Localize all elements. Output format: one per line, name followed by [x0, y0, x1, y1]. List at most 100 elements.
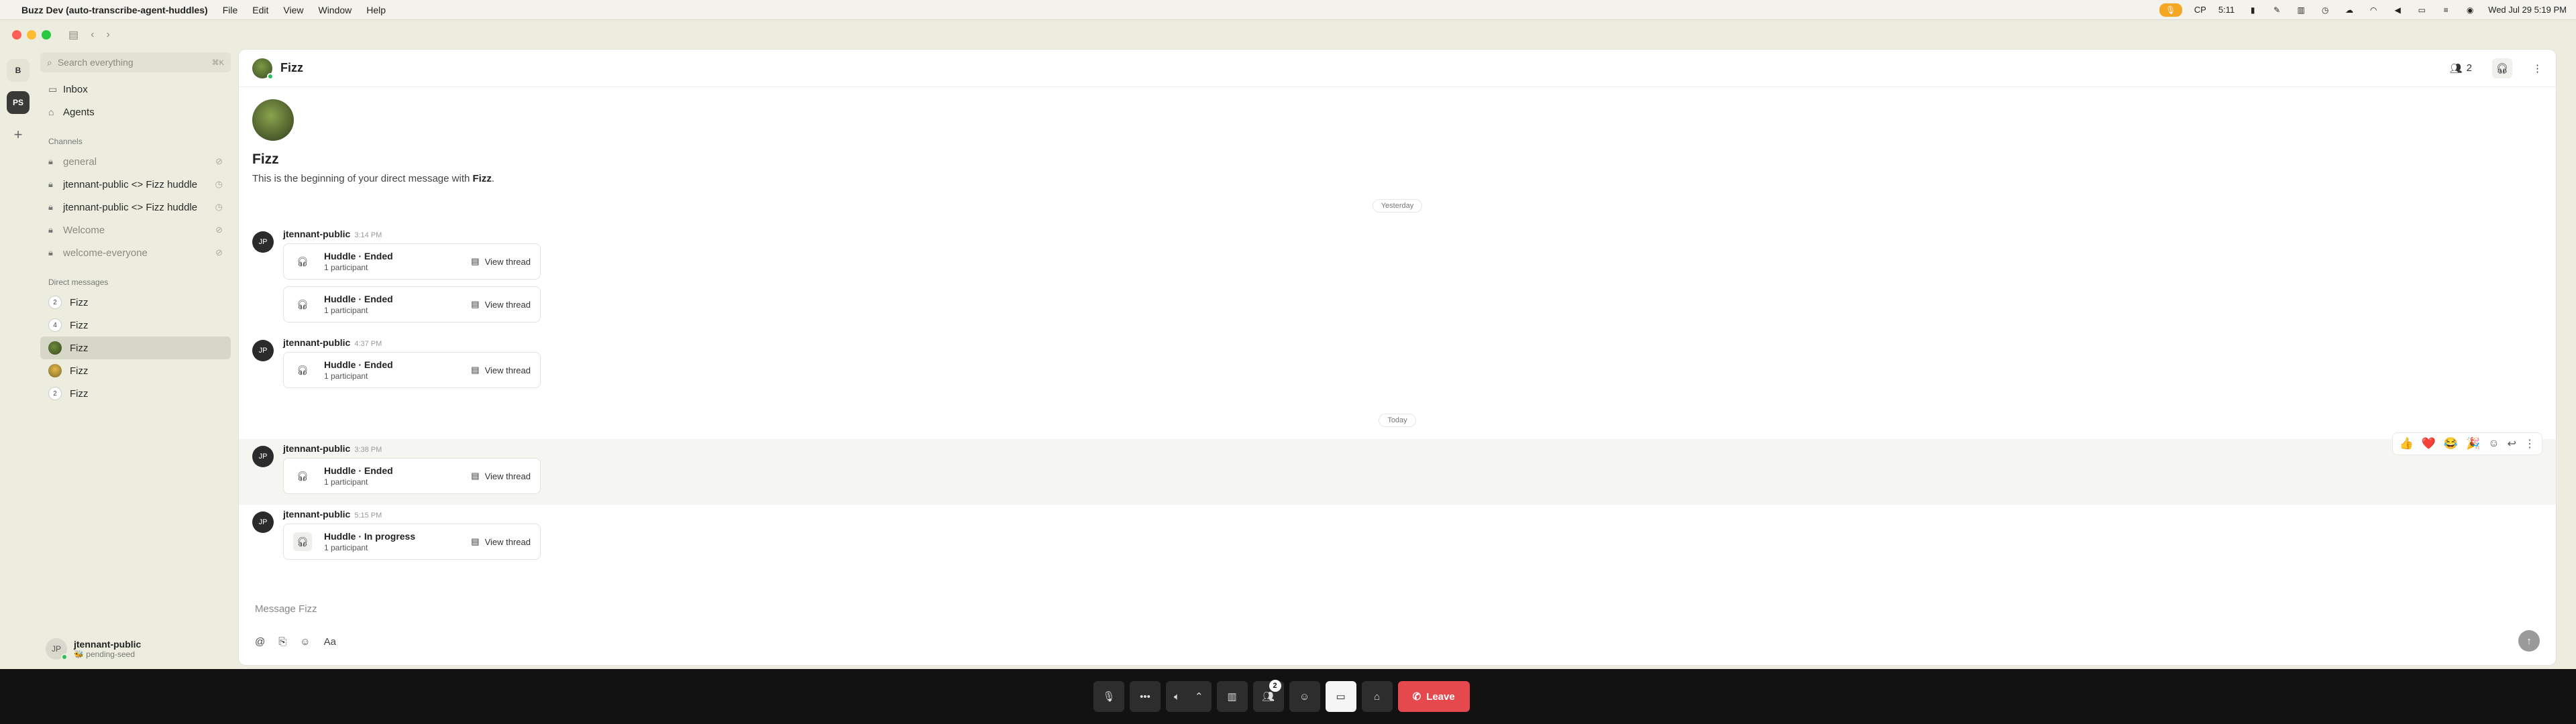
- sidebar-item-inbox[interactable]: ▭ Inbox: [40, 78, 231, 101]
- dm-item[interactable]: 2 Fizz: [40, 382, 231, 405]
- current-user[interactable]: JP jtennant-public 🐝 pending-seed: [36, 638, 235, 660]
- message-author[interactable]: jtennant-public: [283, 229, 350, 239]
- add-workspace-icon[interactable]: +: [7, 123, 30, 146]
- reactions-button[interactable]: ☺: [1289, 681, 1320, 712]
- menu-help[interactable]: Help: [366, 5, 386, 15]
- dm-item[interactable]: 2 Fizz: [40, 291, 231, 314]
- participants-button[interactable]: 👥︎ 2: [2450, 62, 2472, 74]
- reply-icon[interactable]: ↩: [2508, 437, 2516, 450]
- dms-section-title[interactable]: Direct messages: [36, 278, 235, 287]
- sidebar-toggle-icon[interactable]: ▤: [68, 28, 78, 42]
- tool-icon[interactable]: ✎: [2271, 5, 2283, 15]
- message-composer[interactable]: Message Fizz @ ⎘ ☺ Aa ↑: [252, 595, 2542, 653]
- thumbs-up-reaction[interactable]: 👍: [2400, 437, 2414, 450]
- agent-button[interactable]: ⌂: [1361, 681, 1393, 712]
- huddle-card[interactable]: 🎧︎ Huddle · In progress 1 participant ▤ Vi…: [283, 524, 541, 560]
- dm-badge: 2: [48, 387, 62, 400]
- channel-item[interactable]: 🔒︎ jtennant-public <> Fizz huddle ◷: [40, 196, 231, 219]
- more-options-button[interactable]: •••: [1130, 681, 1161, 712]
- view-thread-button[interactable]: ▤ View thread: [471, 299, 531, 310]
- avatar[interactable]: JP: [252, 340, 274, 361]
- workspace-b[interactable]: B: [7, 59, 30, 82]
- mention-icon[interactable]: @: [255, 636, 265, 648]
- view-thread-button[interactable]: ▤ View thread: [471, 471, 531, 481]
- captions-button[interactable]: ▭: [1325, 681, 1356, 712]
- back-arrow-icon[interactable]: ‹: [91, 29, 94, 41]
- leave-huddle-button[interactable]: ✆ Leave: [1397, 681, 1470, 712]
- chevron-up-icon[interactable]: ⌃: [1195, 690, 1203, 703]
- channel-item[interactable]: 🔒︎ Welcome ⊘: [40, 219, 231, 241]
- menubar-datetime[interactable]: Wed Jul 29 5:19 PM: [2488, 5, 2567, 15]
- avatar[interactable]: JP: [252, 231, 274, 253]
- send-button[interactable]: ↑: [2518, 630, 2540, 652]
- laugh-reaction[interactable]: 😂: [2444, 437, 2458, 450]
- transcript-button[interactable]: ▥: [1216, 681, 1248, 712]
- huddle-button[interactable]: 🎧︎: [2492, 58, 2512, 78]
- participants-button[interactable]: 👥︎ 2: [1252, 680, 1284, 712]
- battery-small-icon[interactable]: ▮: [2247, 5, 2259, 15]
- menu-file[interactable]: File: [223, 5, 238, 15]
- party-reaction[interactable]: 🎉: [2466, 437, 2480, 450]
- format-text-button[interactable]: Aa: [324, 636, 336, 648]
- recording-indicator-icon[interactable]: 🎙: [2159, 3, 2182, 17]
- channels-section-title[interactable]: Channels: [36, 137, 235, 146]
- huddle-card[interactable]: 🎧︎ Huddle · Ended 1 participant ▤ View thr…: [283, 352, 541, 388]
- menu-window[interactable]: Window: [318, 5, 352, 15]
- fullscreen-window-button[interactable]: [42, 30, 51, 40]
- status-item-time[interactable]: 5:11: [2218, 5, 2235, 15]
- attach-icon[interactable]: ⎘: [278, 636, 286, 648]
- search-input[interactable]: ⌕ Search everything ⌘K: [40, 52, 231, 72]
- view-thread-button[interactable]: ▤ View thread: [471, 365, 531, 375]
- emoji-icon[interactable]: ☺: [300, 636, 310, 648]
- clock-icon[interactable]: ◷: [2319, 5, 2331, 15]
- message-author[interactable]: jtennant-public: [283, 337, 350, 348]
- message-author[interactable]: jtennant-public: [283, 443, 350, 454]
- message[interactable]: JP jtennant-public 4:37 PM 🎧︎ Huddle · En…: [239, 333, 2556, 399]
- add-reaction-icon[interactable]: ☺: [2488, 438, 2499, 450]
- status-item-cp[interactable]: CP: [2194, 5, 2206, 15]
- view-thread-button[interactable]: ▤ View thread: [471, 256, 531, 267]
- siri-icon[interactable]: ◉: [2464, 5, 2476, 15]
- more-options-icon[interactable]: ⋮: [2532, 62, 2542, 74]
- message[interactable]: JP jtennant-public 3:14 PM 🎧︎ Huddle · En…: [239, 225, 2556, 333]
- dm-item[interactable]: Fizz: [40, 359, 231, 382]
- message[interactable]: 👍 ❤️ 😂 🎉 ☺ ↩ ⋮ JP jtennant-public 3:38 PM…: [239, 432, 2556, 505]
- more-options-icon[interactable]: ⋮: [2524, 437, 2535, 450]
- huddle-card[interactable]: 🎧︎ Huddle · Ended 1 participant ▤ View thr…: [283, 458, 541, 494]
- minimize-window-button[interactable]: [27, 30, 36, 40]
- avatar[interactable]: JP: [252, 511, 274, 533]
- menu-view[interactable]: View: [283, 5, 303, 15]
- message-input[interactable]: Message Fizz: [252, 595, 2542, 615]
- workspace-ps[interactable]: PS: [7, 91, 30, 114]
- muted-icon: ⊘: [215, 225, 223, 235]
- channel-item[interactable]: 🔒︎ jtennant-public <> Fizz huddle ◷: [40, 173, 231, 196]
- conversation-title[interactable]: Fizz: [280, 61, 303, 75]
- speaker-button[interactable]: 🔈︎ ⌃: [1166, 681, 1212, 712]
- menu-edit[interactable]: Edit: [252, 5, 268, 15]
- forward-arrow-icon[interactable]: ›: [106, 29, 109, 41]
- view-thread-button[interactable]: ▤ View thread: [471, 536, 531, 547]
- huddle-card[interactable]: 🎧︎ Huddle · Ended 1 participant ▤ View thr…: [283, 243, 541, 280]
- wifi-icon[interactable]: ◠: [2367, 5, 2379, 15]
- avatar[interactable]: JP: [252, 446, 274, 467]
- dm-item[interactable]: 4 Fizz: [40, 314, 231, 337]
- sidebar-item-agents[interactable]: ⌂ Agents: [40, 101, 231, 123]
- channel-item[interactable]: 🔒︎ general ⊘: [40, 150, 231, 173]
- channel-item[interactable]: 🔒︎ welcome-everyone ⊘: [40, 241, 231, 264]
- control-center-icon[interactable]: ≡: [2440, 5, 2452, 15]
- close-window-button[interactable]: [12, 30, 21, 40]
- dm-item-active[interactable]: Fizz: [40, 337, 231, 359]
- volume-icon[interactable]: ◀: [2392, 5, 2404, 15]
- sidebar-item-label: Inbox: [63, 83, 88, 95]
- chart-icon[interactable]: ▥: [2295, 5, 2307, 15]
- huddle-card[interactable]: 🎧︎ Huddle · Ended 1 participant ▤ View thr…: [283, 286, 541, 322]
- avatar[interactable]: [252, 58, 274, 80]
- app-name-menu[interactable]: Buzz Dev (auto-transcribe-agent-huddles): [21, 5, 208, 15]
- battery-icon[interactable]: ▭: [2416, 5, 2428, 15]
- cloud-icon[interactable]: ☁: [2343, 5, 2355, 15]
- speaker-icon: 🔈︎: [1174, 690, 1181, 703]
- microphone-button[interactable]: 🎙︎: [1093, 681, 1124, 712]
- heart-reaction[interactable]: ❤️: [2422, 437, 2436, 450]
- message-author[interactable]: jtennant-public: [283, 509, 350, 520]
- message[interactable]: JP jtennant-public 5:15 PM 🎧︎ Huddle · In…: [239, 505, 2556, 570]
